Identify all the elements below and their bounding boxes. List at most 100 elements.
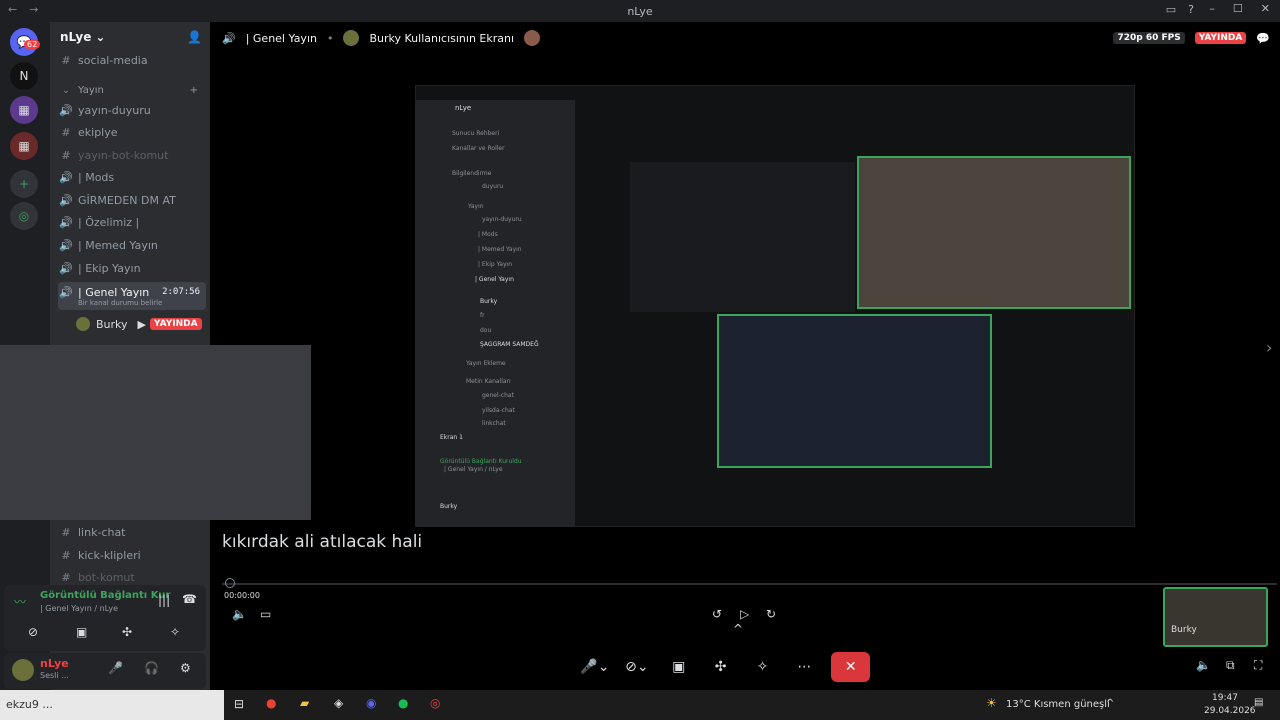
subtitle-icon[interactable]: ▭ bbox=[260, 607, 271, 621]
fullscreen-icon[interactable]: ⛶ bbox=[1254, 658, 1262, 673]
app-icon-red[interactable]: ◎ bbox=[430, 696, 440, 710]
avatar[interactable] bbox=[12, 659, 34, 681]
notification-icon[interactable]: ▤ bbox=[1254, 697, 1263, 708]
channel-item[interactable]: 🔊 yayın-duyuru bbox=[58, 100, 206, 120]
inner-item: Yayın Ekleme bbox=[466, 360, 506, 367]
channel-item[interactable]: # bot-komut bbox=[58, 567, 206, 587]
channel-label: link-chat bbox=[78, 525, 126, 539]
channel-status[interactable]: Bir kanal durumu belirle bbox=[58, 299, 206, 307]
volume-icon[interactable]: 🔈 bbox=[232, 607, 247, 621]
screen-share-icon[interactable]: ▣ bbox=[76, 625, 87, 639]
server-icon-nlye[interactable]: N bbox=[10, 62, 38, 90]
voice-subtitle[interactable]: | Genel Yayın / nLye bbox=[40, 604, 118, 613]
camera-button[interactable]: ⊘⌄ bbox=[622, 652, 652, 682]
add-server-icon[interactable]: + bbox=[10, 170, 38, 198]
speaker-icon: 🔊 bbox=[222, 31, 236, 45]
channel-item[interactable]: # kick-klipleri bbox=[58, 545, 206, 565]
inner-item: yilsda-chat bbox=[482, 407, 515, 414]
voice-connection-panel: 〰 Görüntülü Bağlantı Kur | Genel Yayın /… bbox=[4, 585, 206, 651]
voice-channel-item[interactable]: 🔊 | Memed Yayın bbox=[58, 235, 206, 255]
gear-icon[interactable]: ⚙ bbox=[180, 661, 191, 675]
add-channel-icon[interactable]: + bbox=[190, 85, 198, 96]
chat-icon[interactable]: 💬 bbox=[1256, 32, 1270, 45]
speaker-icon: 🔊 bbox=[59, 238, 73, 252]
discord-icon[interactable]: ◉ bbox=[366, 696, 376, 710]
help-icon[interactable]: ? bbox=[1188, 3, 1194, 16]
voice-channel-item[interactable]: 🔊 GİRMEDEN DM AT bbox=[58, 190, 206, 210]
mic-icon[interactable]: 🎤 bbox=[108, 661, 123, 675]
discover-icon[interactable]: ◎ bbox=[10, 202, 38, 230]
hash-icon: # bbox=[61, 148, 71, 162]
tray-chevron-icon[interactable]: ^ bbox=[1106, 698, 1114, 709]
server-header[interactable]: nLye ⌄ 👤 bbox=[50, 22, 210, 52]
task-view-icon[interactable]: ⊟ bbox=[234, 697, 244, 711]
end-call-button[interactable]: ✕ bbox=[831, 652, 871, 682]
inbox-icon[interactable]: ▭ bbox=[1166, 3, 1176, 16]
chevron-up-icon[interactable]: ^ bbox=[733, 622, 743, 636]
title-icons: ▭ ? bbox=[1166, 3, 1194, 16]
channel-item[interactable]: # ekiplye bbox=[58, 122, 206, 142]
pip-camera[interactable]: Burky bbox=[1163, 587, 1268, 647]
hash-icon: # bbox=[61, 125, 71, 139]
spotify-icon[interactable]: ● bbox=[398, 696, 408, 710]
volume-icon[interactable]: 🔈 bbox=[1196, 658, 1211, 672]
voice-title[interactable]: Görüntülü Bağlantı Kur bbox=[40, 590, 170, 601]
search-box[interactable]: ekzu9 ... bbox=[0, 690, 224, 720]
more-button[interactable]: ⋯ bbox=[789, 652, 819, 682]
disconnect-icon[interactable]: ☎ bbox=[182, 592, 197, 606]
inner-user: Burky bbox=[440, 503, 458, 510]
camera-off-icon[interactable]: ⊘ bbox=[28, 625, 38, 639]
back-arrow-icon[interactable]: ← bbox=[8, 3, 17, 16]
forward-icon[interactable]: ↻ bbox=[766, 607, 776, 621]
server-folder-2[interactable]: ▦ bbox=[10, 132, 38, 160]
screen-share-button[interactable]: ▣ bbox=[664, 652, 694, 682]
headphone-icon[interactable]: 🎧 bbox=[144, 661, 159, 675]
voice-channel-selected[interactable]: 🔊 | Genel Yayın 2:07:56 Bir kanal durumu… bbox=[58, 282, 206, 310]
channel-label: | Ekip Yayın bbox=[78, 261, 141, 275]
voice-channel-item[interactable]: 🔊 | Özelimiz | bbox=[58, 212, 206, 232]
soundboard-button[interactable]: ✧ bbox=[748, 652, 778, 682]
channel-item[interactable]: # social-media bbox=[58, 50, 206, 70]
voice-channel-item[interactable]: 🔊 | Mods bbox=[58, 167, 206, 187]
channel-label: social-media bbox=[78, 53, 148, 67]
camera-icon: ▶ bbox=[137, 317, 146, 331]
category-yayin[interactable]: ⌄ Yayın + bbox=[58, 80, 206, 100]
popout-icon[interactable]: ⧉ bbox=[1226, 658, 1235, 673]
forward-arrow-icon[interactable]: → bbox=[29, 3, 38, 16]
play-icon[interactable]: ▷ bbox=[740, 607, 749, 621]
rewind-icon[interactable]: ↺ bbox=[712, 607, 722, 621]
noise-icon[interactable]: ||| bbox=[158, 593, 170, 607]
clock-time[interactable]: 19:47 bbox=[1212, 693, 1238, 703]
close-button[interactable]: ✕ bbox=[1261, 2, 1270, 15]
weather-text[interactable]: 13°C Kısmen güneşli bbox=[1006, 699, 1110, 710]
folder-icon[interactable]: ▰ bbox=[300, 696, 309, 710]
maximize-button[interactable]: ☐ bbox=[1233, 2, 1243, 15]
call-controls: 🎤⌄ ⊘⌄ ▣ ✣ ✧ ⋯ ✕ bbox=[580, 650, 871, 684]
inner-item: Sunucu Rehberi bbox=[452, 130, 500, 137]
progress-knob[interactable] bbox=[225, 578, 235, 588]
speaker-icon: 🔊 bbox=[59, 285, 73, 299]
channel-item[interactable]: # link-chat bbox=[58, 522, 206, 542]
stream-caption: kıkırdak ali atılacak hali bbox=[222, 532, 423, 552]
server-folder[interactable]: ▦ bbox=[10, 96, 38, 124]
voice-channel-item[interactable]: 🔊 | Ekip Yayın bbox=[58, 258, 206, 278]
camera-tile bbox=[857, 156, 1131, 309]
inner-server-name: nLye bbox=[455, 104, 472, 112]
user-panel: nLye Sesli ... 🎤 🎧 ⚙ bbox=[4, 653, 206, 689]
clock-date[interactable]: 29.04.2026 bbox=[1204, 706, 1256, 716]
weather-icon: ☀ bbox=[986, 696, 997, 710]
stream-header: 🔊 | Genel Yayın • Burky Kullanıcısının E… bbox=[210, 22, 1280, 54]
channel-item[interactable]: # yayın-bot-komut bbox=[58, 145, 206, 165]
chrome-icon[interactable]: ● bbox=[266, 696, 276, 710]
mic-button[interactable]: 🎤⌄ bbox=[580, 652, 610, 682]
soundboard-icon[interactable]: ✧ bbox=[170, 625, 180, 639]
app-icon[interactable]: ◈ bbox=[334, 696, 343, 710]
activity-icon[interactable]: ✣ bbox=[122, 625, 132, 639]
live-badge: YAYINDA bbox=[1194, 32, 1247, 44]
add-friend-icon[interactable]: 👤 bbox=[187, 30, 202, 44]
activity-button[interactable]: ✣ bbox=[706, 652, 736, 682]
voice-user[interactable]: Burky ▶ YAYINDA bbox=[76, 314, 206, 334]
minimize-button[interactable]: – bbox=[1209, 2, 1215, 15]
progress-track[interactable] bbox=[222, 583, 1277, 585]
chevron-right-icon[interactable]: › bbox=[1266, 338, 1272, 357]
